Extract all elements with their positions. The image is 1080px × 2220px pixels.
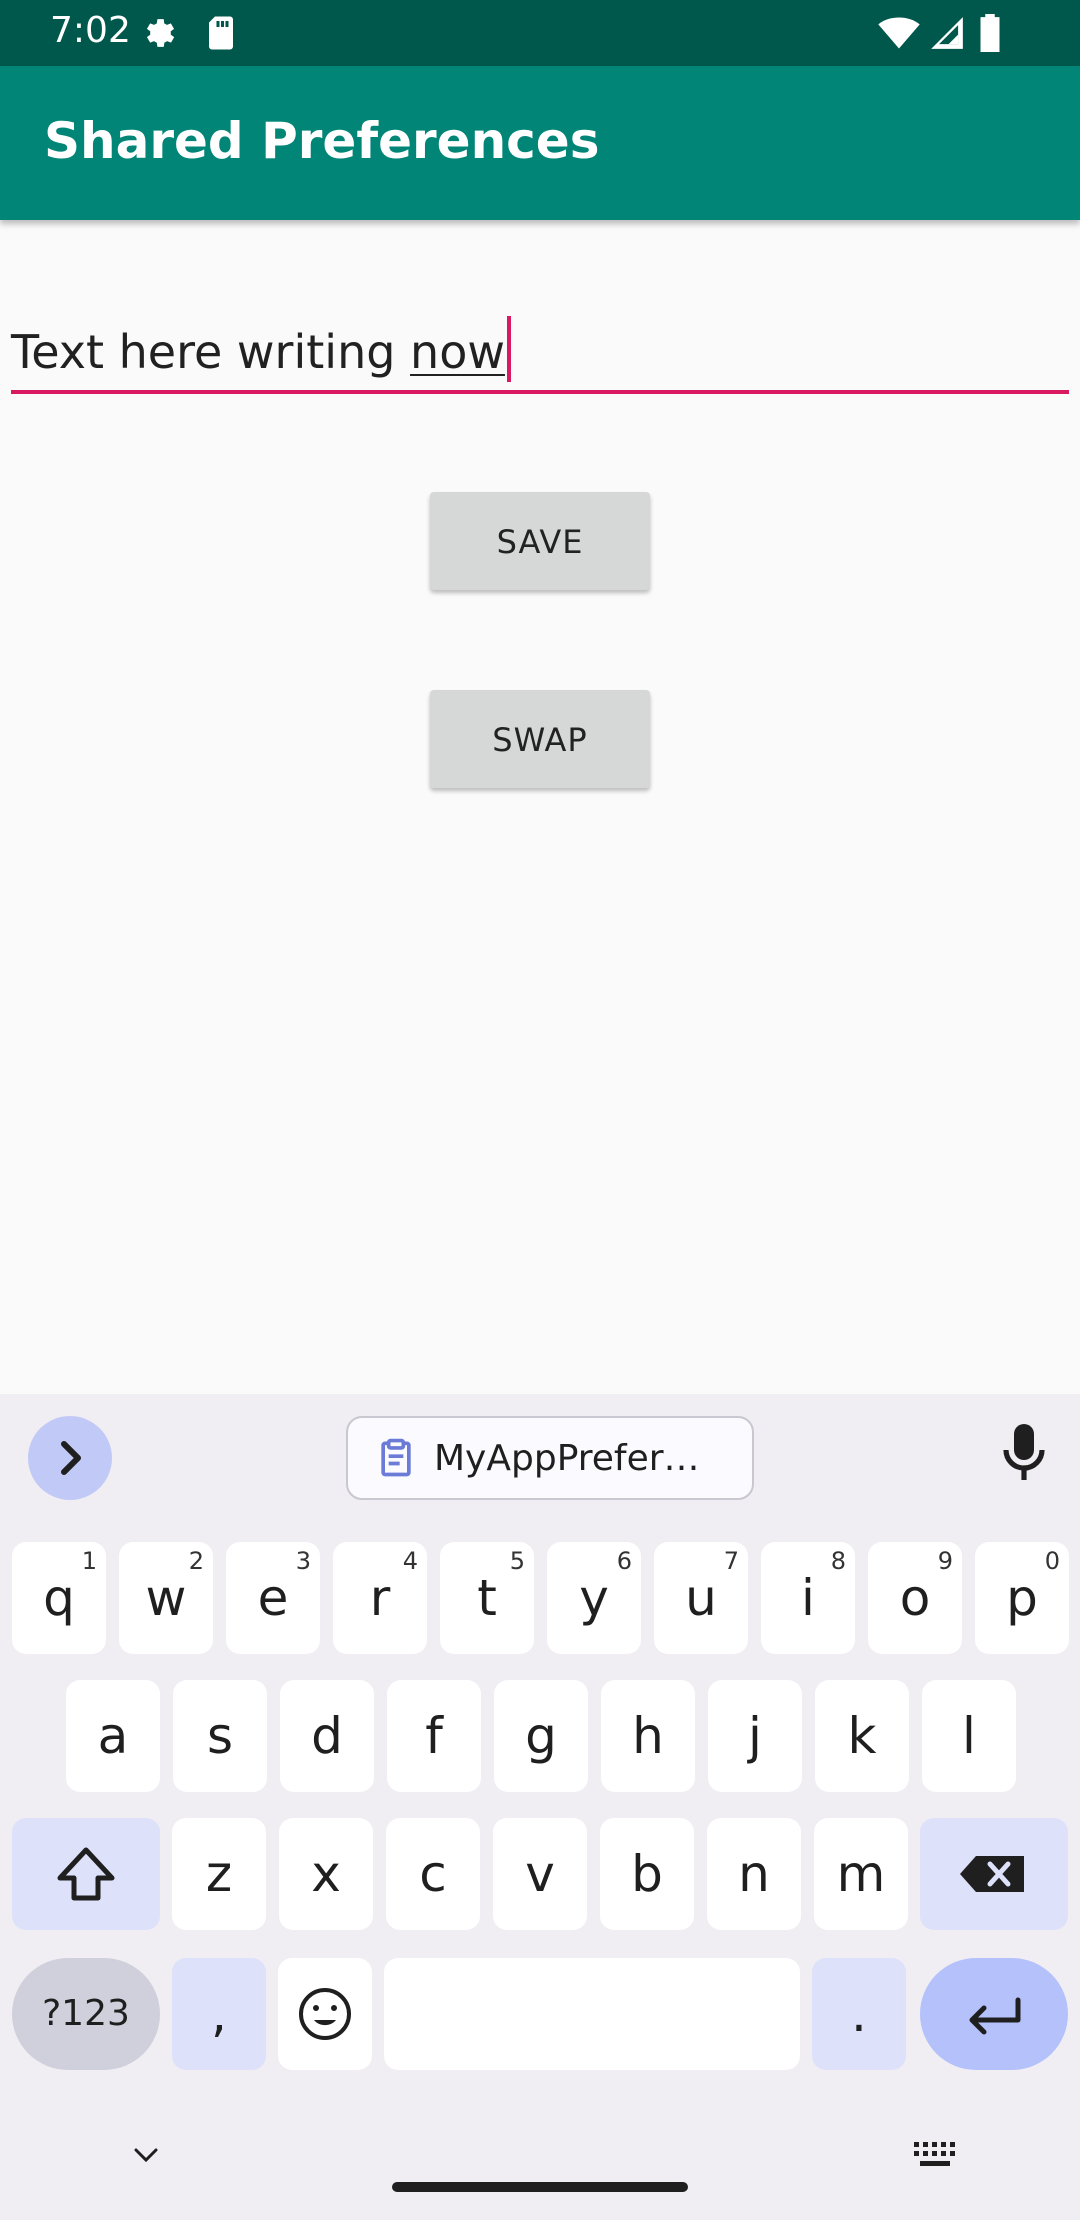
keyboard-switcher-icon[interactable]	[910, 2138, 960, 2176]
key-g[interactable]: g	[494, 1680, 588, 1792]
key-hint: 1	[81, 1547, 97, 1575]
key-hint: 7	[723, 1547, 739, 1575]
chevron-right-icon	[61, 1441, 81, 1475]
clipboard-suggestion-chip[interactable]: MyAppPrefer…	[346, 1416, 754, 1500]
key-j[interactable]: j	[708, 1680, 802, 1792]
swap-button[interactable]: SWAP	[430, 690, 650, 788]
battery-icon	[978, 14, 1002, 56]
key-h[interactable]: h	[601, 1680, 695, 1792]
key-v[interactable]: v	[493, 1818, 587, 1930]
key-r[interactable]: r4	[333, 1542, 427, 1654]
clipboard-suggestion-text: MyAppPrefer…	[434, 1438, 700, 1479]
backspace-key[interactable]	[920, 1818, 1068, 1930]
key-d[interactable]: d	[280, 1680, 374, 1792]
key-hint: 4	[402, 1547, 418, 1575]
key-q[interactable]: q1	[12, 1542, 106, 1654]
settings-icon	[140, 14, 178, 56]
key-label: p	[1006, 1569, 1038, 1627]
sd-card-icon	[206, 14, 236, 56]
signal-icon	[928, 14, 966, 56]
key-u[interactable]: u7	[654, 1542, 748, 1654]
key-m[interactable]: m	[814, 1818, 908, 1930]
home-gesture-bar[interactable]	[392, 2182, 688, 2192]
key-hint: 3	[295, 1547, 311, 1575]
key-b[interactable]: b	[600, 1818, 694, 1930]
keyboard-hide-icon[interactable]	[124, 2140, 168, 2174]
key-w[interactable]: w2	[119, 1542, 213, 1654]
enter-icon	[969, 1997, 1021, 2035]
key-label: u	[685, 1569, 717, 1627]
backspace-icon	[960, 1856, 1024, 1892]
key-label: w	[145, 1569, 187, 1627]
key-label: q	[43, 1569, 75, 1627]
key-label: o	[899, 1569, 931, 1627]
key-o[interactable]: o9	[868, 1542, 962, 1654]
symbols-key[interactable]: ?123	[12, 1958, 160, 2070]
status-time: 7:02	[50, 10, 131, 51]
enter-key[interactable]	[920, 1958, 1068, 2070]
key-k[interactable]: k	[815, 1680, 909, 1792]
text-input[interactable]: Text here writing now	[11, 310, 1069, 394]
text-input-value[interactable]: Text here writing now	[11, 316, 511, 382]
key-hint: 2	[188, 1547, 204, 1575]
key-c[interactable]: c	[386, 1818, 480, 1930]
app-title: Shared Preferences	[44, 112, 600, 170]
key-p[interactable]: p0	[975, 1542, 1069, 1654]
period-key[interactable]: .	[812, 1958, 906, 2070]
text-input-prefix: Text here writing	[11, 325, 411, 379]
key-f[interactable]: f	[387, 1680, 481, 1792]
space-key[interactable]	[384, 1958, 800, 2070]
key-e[interactable]: e3	[226, 1542, 320, 1654]
keyboard-expand-button[interactable]	[28, 1416, 112, 1500]
key-i[interactable]: i8	[761, 1542, 855, 1654]
emoji-icon	[299, 1988, 351, 2040]
soft-keyboard: MyAppPrefer… q1w2e3r4t5y6u7i8o9p0 asdfgh…	[0, 1394, 1080, 2220]
key-hint: 8	[830, 1547, 846, 1575]
key-hint: 9	[937, 1547, 953, 1575]
key-x[interactable]: x	[279, 1818, 373, 1930]
save-button[interactable]: SAVE	[430, 492, 650, 590]
key-hint: 5	[509, 1547, 525, 1575]
key-label: i	[801, 1569, 815, 1627]
emoji-key[interactable]	[278, 1958, 372, 2070]
text-input-composing-word: now	[410, 325, 505, 379]
keyboard-suggestion-strip: MyAppPrefer…	[0, 1394, 1080, 1524]
comma-key[interactable]: ,	[172, 1958, 266, 2070]
key-label: e	[257, 1569, 289, 1627]
key-label: t	[477, 1569, 497, 1627]
key-hint: 0	[1044, 1547, 1060, 1575]
key-s[interactable]: s	[173, 1680, 267, 1792]
clipboard-icon	[374, 1436, 418, 1484]
microphone-icon[interactable]	[1000, 1422, 1048, 1486]
key-y[interactable]: y6	[547, 1542, 641, 1654]
key-z[interactable]: z	[172, 1818, 266, 1930]
key-n[interactable]: n	[707, 1818, 801, 1930]
key-a[interactable]: a	[66, 1680, 160, 1792]
key-t[interactable]: t5	[440, 1542, 534, 1654]
shift-key[interactable]	[12, 1818, 160, 1930]
text-cursor	[506, 316, 511, 382]
key-label: y	[579, 1569, 609, 1627]
wifi-icon	[878, 14, 920, 56]
shift-icon	[57, 1847, 115, 1901]
key-l[interactable]: l	[922, 1680, 1016, 1792]
key-hint: 6	[616, 1547, 632, 1575]
app-bar: Shared Preferences	[0, 66, 1080, 220]
key-label: r	[369, 1569, 391, 1627]
status-bar: 7:02	[0, 0, 1080, 66]
